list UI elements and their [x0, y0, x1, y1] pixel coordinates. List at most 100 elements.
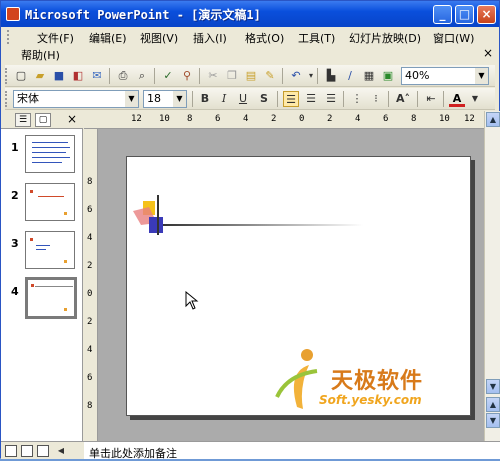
- chevron-down-icon[interactable]: ▼: [173, 91, 186, 107]
- vertical-ruler[interactable]: 8 6 4 2 0 2 4 6 8: [84, 129, 98, 441]
- separator: [343, 91, 344, 107]
- shadow-button[interactable]: S: [256, 91, 272, 107]
- print-icon[interactable]: ⎙: [115, 68, 131, 84]
- menu-format[interactable]: 格式(O): [245, 30, 284, 46]
- permission-icon[interactable]: ◧: [70, 68, 86, 84]
- increase-font-icon[interactable]: A˄: [395, 91, 411, 107]
- table-grid-icon[interactable]: ▦: [361, 68, 377, 84]
- ruler-mark: 8: [87, 401, 93, 411]
- menu-insert[interactable]: 插入(I): [193, 30, 227, 46]
- slide-thumbnail-2[interactable]: [25, 183, 75, 221]
- ruler-mark: 6: [87, 205, 93, 215]
- menu-tools[interactable]: 工具(T): [298, 30, 335, 46]
- scroll-down-icon[interactable]: ▼: [486, 379, 500, 394]
- pane-close-icon[interactable]: ×: [67, 112, 77, 126]
- research-icon[interactable]: ⚲: [179, 68, 195, 84]
- slide-thumbnail-3[interactable]: [25, 231, 75, 269]
- ruler-mark: 2: [87, 317, 93, 327]
- thumb-line: [35, 286, 73, 287]
- slideshow-icon[interactable]: [37, 445, 49, 457]
- thumb-logo: [31, 284, 34, 287]
- menu-window[interactable]: 窗口(W): [433, 30, 474, 46]
- slide-number: 1: [11, 141, 19, 154]
- font-size-combo[interactable]: 18 ▼: [143, 90, 187, 108]
- copy-icon[interactable]: ❐: [224, 68, 240, 84]
- insert-chart-icon[interactable]: ▙: [323, 68, 339, 84]
- numbering-icon[interactable]: ⋮: [349, 91, 365, 107]
- zoom-combo[interactable]: 40% ▼: [401, 67, 489, 85]
- thumb-text-line: [38, 196, 64, 197]
- spelling-icon[interactable]: ✓: [160, 68, 176, 84]
- thumb-watermark: [64, 308, 67, 311]
- powerpoint-window: Microsoft PowerPoint - [演示文稿1] _ □ × 文件(…: [0, 0, 500, 460]
- scroll-up-icon[interactable]: ▲: [486, 112, 500, 127]
- notes-pane[interactable]: 单击此处添加备注: [84, 441, 500, 460]
- pane-tabs: ☰ ▢ ×: [1, 111, 83, 129]
- menu-slideshow[interactable]: 幻灯片放映(D): [349, 30, 421, 46]
- minimize-button[interactable]: _: [433, 5, 452, 24]
- font-combo[interactable]: 宋体 ▼: [13, 90, 139, 108]
- font-color-dropdown-icon[interactable]: ▼: [467, 91, 483, 107]
- maximize-icon: □: [458, 7, 471, 21]
- maximize-button[interactable]: □: [455, 5, 474, 24]
- align-right-icon[interactable]: ☰: [323, 91, 339, 107]
- decrease-indent-icon[interactable]: ⇤: [423, 91, 439, 107]
- powerpoint-app-icon[interactable]: [6, 7, 20, 21]
- save-icon[interactable]: ■: [51, 68, 67, 84]
- separator: [388, 91, 389, 107]
- ruler-mark: 4: [355, 114, 361, 124]
- align-left-icon[interactable]: ☰: [283, 91, 299, 107]
- toolbar-grip[interactable]: [5, 68, 8, 84]
- horizontal-ruler[interactable]: 12 10 8 6 4 2 0 2 4 6 8 10 12: [84, 111, 484, 129]
- menu-edit[interactable]: 编辑(E): [89, 30, 127, 46]
- document-close-icon[interactable]: ×: [483, 46, 493, 60]
- close-button[interactable]: ×: [477, 5, 496, 24]
- scroll-left-icon[interactable]: ◀: [53, 443, 69, 459]
- menu-file[interactable]: 文件(F): [37, 30, 74, 46]
- slides-tab[interactable]: ▢: [35, 113, 51, 127]
- ruler-mark: 8: [411, 114, 417, 124]
- chevron-down-icon[interactable]: ▼: [125, 91, 138, 107]
- watermark-brand: 天极软件: [331, 369, 424, 394]
- cut-icon[interactable]: ✂: [205, 68, 221, 84]
- print-preview-icon[interactable]: ⌕: [134, 68, 150, 84]
- ruler-mark: 8: [187, 114, 193, 124]
- separator: [199, 68, 200, 84]
- paste-icon[interactable]: ▤: [243, 68, 259, 84]
- next-slide-icon[interactable]: ▼: [486, 413, 500, 428]
- separator: [154, 68, 155, 84]
- outline-tab[interactable]: ☰: [15, 113, 31, 127]
- font-color-icon[interactable]: A: [449, 91, 465, 107]
- chevron-down-icon[interactable]: ▼: [475, 68, 488, 84]
- slide-number: 2: [11, 189, 19, 202]
- ruler-mark: 0: [299, 114, 305, 124]
- ruler-mark: 12: [464, 114, 475, 124]
- undo-icon[interactable]: ↶: [288, 68, 304, 84]
- previous-slide-icon[interactable]: ▲: [486, 397, 500, 412]
- format-painter-icon[interactable]: ✎: [262, 68, 278, 84]
- italic-button[interactable]: I: [216, 91, 232, 107]
- email-icon[interactable]: ✉: [89, 68, 105, 84]
- insert-table-icon[interactable]: ∕: [342, 68, 358, 84]
- new-icon[interactable]: ▢: [13, 68, 29, 84]
- insert-picture-icon[interactable]: ▣: [380, 68, 396, 84]
- align-center-icon[interactable]: ☰: [303, 91, 319, 107]
- menu-grip[interactable]: [7, 30, 10, 44]
- slides-pane: ☰ ▢ × 1 2 3 4: [1, 111, 83, 441]
- slide-thumbnail-4[interactable]: [25, 277, 77, 319]
- bold-button[interactable]: B: [197, 91, 213, 107]
- ruler-mark: 8: [87, 177, 93, 187]
- ruler-mark: 10: [439, 114, 450, 124]
- thumb-text-line: [32, 162, 62, 163]
- bullets-icon[interactable]: ⁝: [368, 91, 384, 107]
- slide-sorter-icon[interactable]: [21, 445, 33, 457]
- underline-button[interactable]: U: [235, 91, 251, 107]
- open-icon[interactable]: ▰: [32, 68, 48, 84]
- normal-view-icon[interactable]: [5, 445, 17, 457]
- vertical-scrollbar[interactable]: ▲ ▼ ▲ ▼: [484, 111, 500, 441]
- menu-help[interactable]: 帮助(H): [21, 47, 60, 63]
- toolbar-grip[interactable]: [5, 91, 8, 107]
- thumb-text-line: [32, 147, 70, 148]
- slide-thumbnail-1[interactable]: [25, 135, 75, 173]
- menu-view[interactable]: 视图(V): [140, 30, 178, 46]
